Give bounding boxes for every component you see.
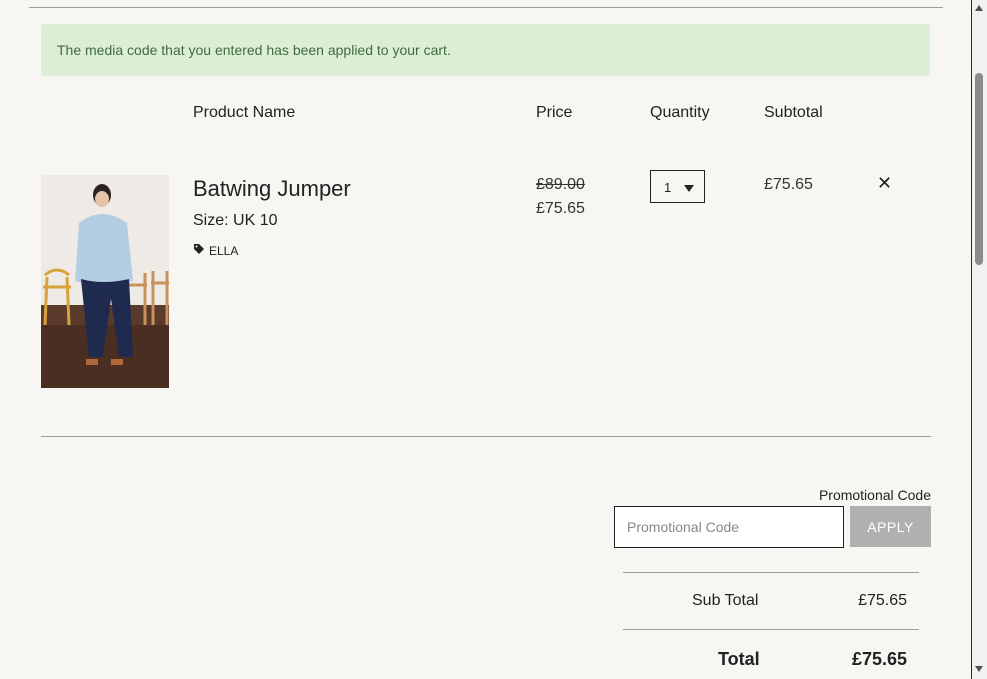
product-size: Size: UK 10 xyxy=(193,212,278,229)
summary-divider-top xyxy=(623,572,919,573)
remove-item-button[interactable]: ✕ xyxy=(877,173,892,194)
promo-code-label: Promotional Code xyxy=(818,487,931,503)
promo-code-input[interactable] xyxy=(614,506,844,548)
close-icon: ✕ xyxy=(877,173,893,193)
scroll-thumb[interactable] xyxy=(975,73,983,265)
item-subtotal: £75.65 xyxy=(764,176,813,193)
column-header-quantity: Quantity xyxy=(650,104,710,121)
column-header-product: Product Name xyxy=(193,104,296,121)
tag-label: ELLA xyxy=(209,243,239,258)
summary-divider-bottom xyxy=(623,629,919,630)
quantity-value: 1 xyxy=(664,180,672,195)
scroll-up-icon[interactable] xyxy=(975,5,983,11)
apply-promo-button[interactable]: APPLY xyxy=(850,506,931,547)
product-image[interactable] xyxy=(41,175,169,388)
sub-total-label: Sub Total xyxy=(692,592,759,609)
scrollbar-edge xyxy=(971,0,972,679)
page-scrollbar[interactable] xyxy=(971,0,987,679)
success-notice: The media code that you entered has been… xyxy=(41,24,930,76)
product-tag: ELLA xyxy=(193,243,238,258)
cart-divider xyxy=(41,436,931,437)
scroll-down-icon[interactable] xyxy=(975,666,983,672)
tag-icon xyxy=(193,243,205,258)
quantity-select[interactable]: 1 xyxy=(650,170,705,203)
total-label: Total xyxy=(718,649,760,669)
column-header-price: Price xyxy=(536,104,573,121)
total-value: £75.65 xyxy=(851,649,907,669)
top-divider xyxy=(29,7,943,8)
price-current: £75.65 xyxy=(536,200,585,217)
column-header-subtotal: Subtotal xyxy=(764,104,823,121)
price-original: £89.00 xyxy=(536,176,585,193)
chevron-down-icon xyxy=(684,185,694,192)
sub-total-value: £75.65 xyxy=(858,592,907,609)
product-name[interactable]: Batwing Jumper xyxy=(193,176,351,202)
